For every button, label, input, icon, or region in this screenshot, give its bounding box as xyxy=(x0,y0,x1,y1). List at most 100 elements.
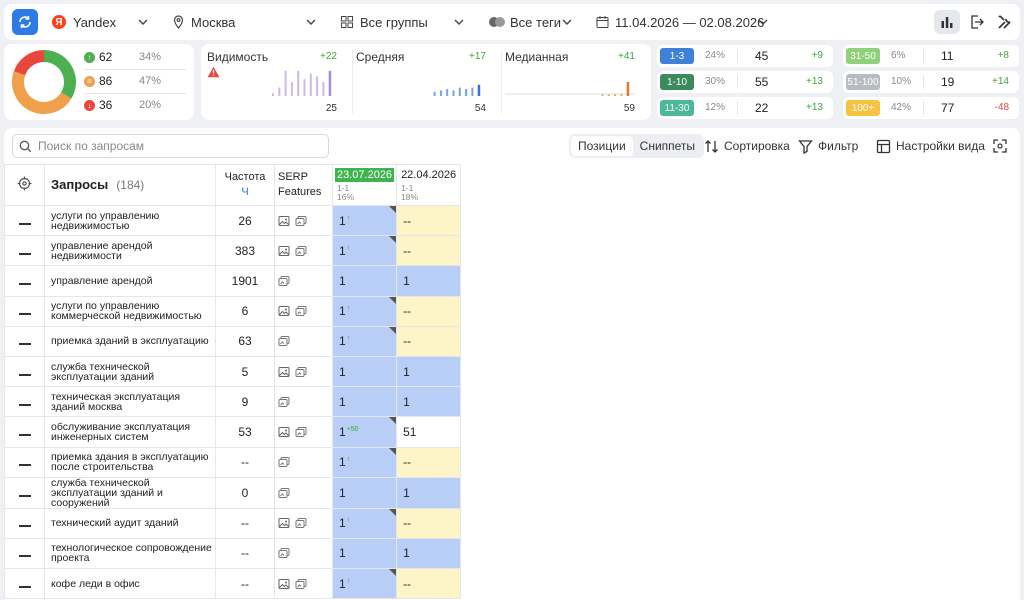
position-cell[interactable]: -- xyxy=(396,507,462,539)
position-cell[interactable]: 51 xyxy=(396,416,462,448)
chart-view-button[interactable] xyxy=(934,10,960,34)
table-row[interactable]: техническая эксплуатация зданий москва 9 1… xyxy=(4,386,462,418)
position-cell[interactable]: 1↑ xyxy=(331,204,398,237)
snippet-marker-icon[interactable] xyxy=(389,206,397,213)
position-range-card[interactable]: 31-50 6% 11 +8 xyxy=(843,45,1019,67)
filter-button[interactable]: Фильтр xyxy=(798,134,858,158)
row-toggle[interactable] xyxy=(4,446,45,478)
position-cell[interactable]: -- xyxy=(396,235,462,267)
frequency-type-link[interactable]: Ч xyxy=(216,185,274,200)
position-cell[interactable]: 1 xyxy=(331,355,398,388)
snippet-marker-icon[interactable] xyxy=(389,417,397,425)
query-cell[interactable]: технический аудит зданий xyxy=(44,507,216,539)
warning-icon[interactable] xyxy=(207,66,220,78)
position-cell[interactable]: 1↑ xyxy=(331,507,398,539)
view-settings-button[interactable]: Настройки вида xyxy=(876,134,985,158)
snippet-marker-icon[interactable] xyxy=(389,296,397,304)
query-cell[interactable]: приемка зданий в эксплуатацию xyxy=(44,325,216,357)
snippet-marker-icon[interactable] xyxy=(389,236,397,244)
metric-panel[interactable]: Медианная +41 59 xyxy=(499,44,641,120)
tab-positions[interactable]: Позиции xyxy=(571,136,633,156)
row-toggle[interactable] xyxy=(4,295,45,327)
position-cell[interactable]: 1 xyxy=(331,537,398,570)
position-cell[interactable]: 1 xyxy=(396,476,462,509)
position-cell[interactable]: -- xyxy=(396,568,462,600)
chevron-down-icon[interactable] xyxy=(452,15,466,29)
query-cell[interactable]: технологическое сопровождение проекта xyxy=(44,537,216,570)
query-cell[interactable]: услуги по управлению коммерческой недвиж… xyxy=(44,295,216,327)
position-cell[interactable]: 1 xyxy=(396,265,462,297)
position-cell[interactable]: -- xyxy=(396,446,462,478)
position-cell[interactable]: 1 xyxy=(396,537,462,570)
table-row[interactable]: услуги по управлению недвижимостью 26 1↑ -- xyxy=(4,204,462,237)
table-row[interactable]: технологическое сопровождение проекта -- 1… xyxy=(4,537,462,570)
query-cell[interactable]: обслуживание эксплуатация инженерных сис… xyxy=(44,416,216,448)
position-range-card[interactable]: 1-10 30% 55 +13 xyxy=(657,71,833,93)
row-toggle[interactable] xyxy=(4,355,45,388)
snippet-marker-icon[interactable] xyxy=(389,508,397,516)
position-cell[interactable]: 1 xyxy=(396,355,462,388)
table-row[interactable]: управление арендой 1901 1 1 xyxy=(4,265,462,297)
target-header[interactable] xyxy=(4,164,45,206)
position-cell[interactable]: 1 xyxy=(331,265,398,297)
position-cell[interactable]: 1↑ xyxy=(331,325,398,357)
position-range-card[interactable]: 1-3 24% 45 +9 xyxy=(657,45,833,67)
chevron-down-icon[interactable] xyxy=(560,15,574,29)
export-button[interactable] xyxy=(964,10,990,34)
chevron-down-icon[interactable] xyxy=(136,15,150,29)
frequency-header[interactable]: Частота Ч xyxy=(215,164,275,206)
table-row[interactable]: служба технической эксплуатации зданий и… xyxy=(4,476,462,509)
groups-select[interactable]: Все группы xyxy=(340,4,428,40)
snippet-marker-icon[interactable] xyxy=(389,447,397,455)
search-input[interactable] xyxy=(38,139,318,153)
position-cell[interactable]: 1↑ xyxy=(331,446,398,478)
query-cell[interactable]: кофе леди в офис xyxy=(44,568,216,600)
position-cell[interactable]: 1 xyxy=(331,386,398,418)
tab-snippets[interactable]: Сниппеты xyxy=(633,136,702,156)
table-row[interactable]: услуги по управлению коммерческой недвиж… xyxy=(4,295,462,327)
position-cell[interactable]: -- xyxy=(396,325,462,357)
table-row[interactable]: обслуживание эксплуатация инженерных сис… xyxy=(4,416,462,448)
chevron-down-icon[interactable] xyxy=(756,15,770,29)
sort-button[interactable]: Сортировка xyxy=(704,134,790,158)
table-row[interactable]: служба технической эксплуатации зданий 5 1… xyxy=(4,355,462,388)
snippet-marker-icon[interactable] xyxy=(389,569,397,577)
date-column-header-2[interactable]: 22.04.2026 1-1 18% xyxy=(396,164,462,206)
position-cell[interactable]: 1↑ xyxy=(331,568,398,600)
position-range-card[interactable]: 100+ 42% 77 -48 xyxy=(843,97,1019,119)
position-cell[interactable]: 1 xyxy=(331,476,398,509)
query-cell[interactable]: приемка здания в эксплуатацию после стро… xyxy=(44,446,216,478)
query-cell[interactable]: управление арендой недвижимости xyxy=(44,235,216,267)
row-toggle[interactable] xyxy=(4,235,45,267)
chevron-down-icon[interactable] xyxy=(304,15,318,29)
row-toggle[interactable] xyxy=(4,204,45,237)
table-row[interactable]: приемка зданий в эксплуатацию 63 1↑ -- xyxy=(4,325,462,357)
query-cell[interactable]: управление арендой xyxy=(44,265,216,297)
query-cell[interactable]: услуги по управлению недвижимостью xyxy=(44,204,216,237)
tools-button[interactable] xyxy=(992,10,1018,34)
table-row[interactable]: кофе леди в офис -- 1↑ -- xyxy=(4,568,462,600)
position-range-card[interactable]: 11-30 12% 22 +13 xyxy=(657,97,833,119)
table-row[interactable]: приемка здания в эксплуатацию после стро… xyxy=(4,446,462,478)
query-cell[interactable]: техническая эксплуатация зданий москва xyxy=(44,386,216,418)
tags-select[interactable]: Все теги xyxy=(488,4,561,40)
row-toggle[interactable] xyxy=(4,386,45,418)
engine-select[interactable]: Я Yandex xyxy=(52,4,116,40)
position-cell[interactable]: 1 xyxy=(396,386,462,418)
row-toggle[interactable] xyxy=(4,416,45,448)
row-toggle[interactable] xyxy=(4,265,45,297)
table-row[interactable]: управление арендой недвижимости 383 1↑ -- xyxy=(4,235,462,267)
row-toggle[interactable] xyxy=(4,568,45,600)
fullscreen-button[interactable] xyxy=(992,134,1013,158)
query-cell[interactable]: служба технической эксплуатации зданий и… xyxy=(44,476,216,509)
row-toggle[interactable] xyxy=(4,476,45,509)
position-cell[interactable]: 1↑ xyxy=(331,295,398,327)
position-cell[interactable]: -- xyxy=(396,295,462,327)
position-cell[interactable]: 1+50 xyxy=(331,416,398,448)
metric-panel[interactable]: Видимость +22 25 xyxy=(201,44,343,120)
metric-panel[interactable]: Средняя +17 54 xyxy=(350,44,492,120)
row-toggle[interactable] xyxy=(4,537,45,570)
period-select[interactable]: 11.04.2026 — 02.08.2026 xyxy=(596,4,764,40)
table-row[interactable]: технический аудит зданий -- 1↑ -- xyxy=(4,507,462,539)
query-cell[interactable]: служба технической эксплуатации зданий xyxy=(44,355,216,388)
